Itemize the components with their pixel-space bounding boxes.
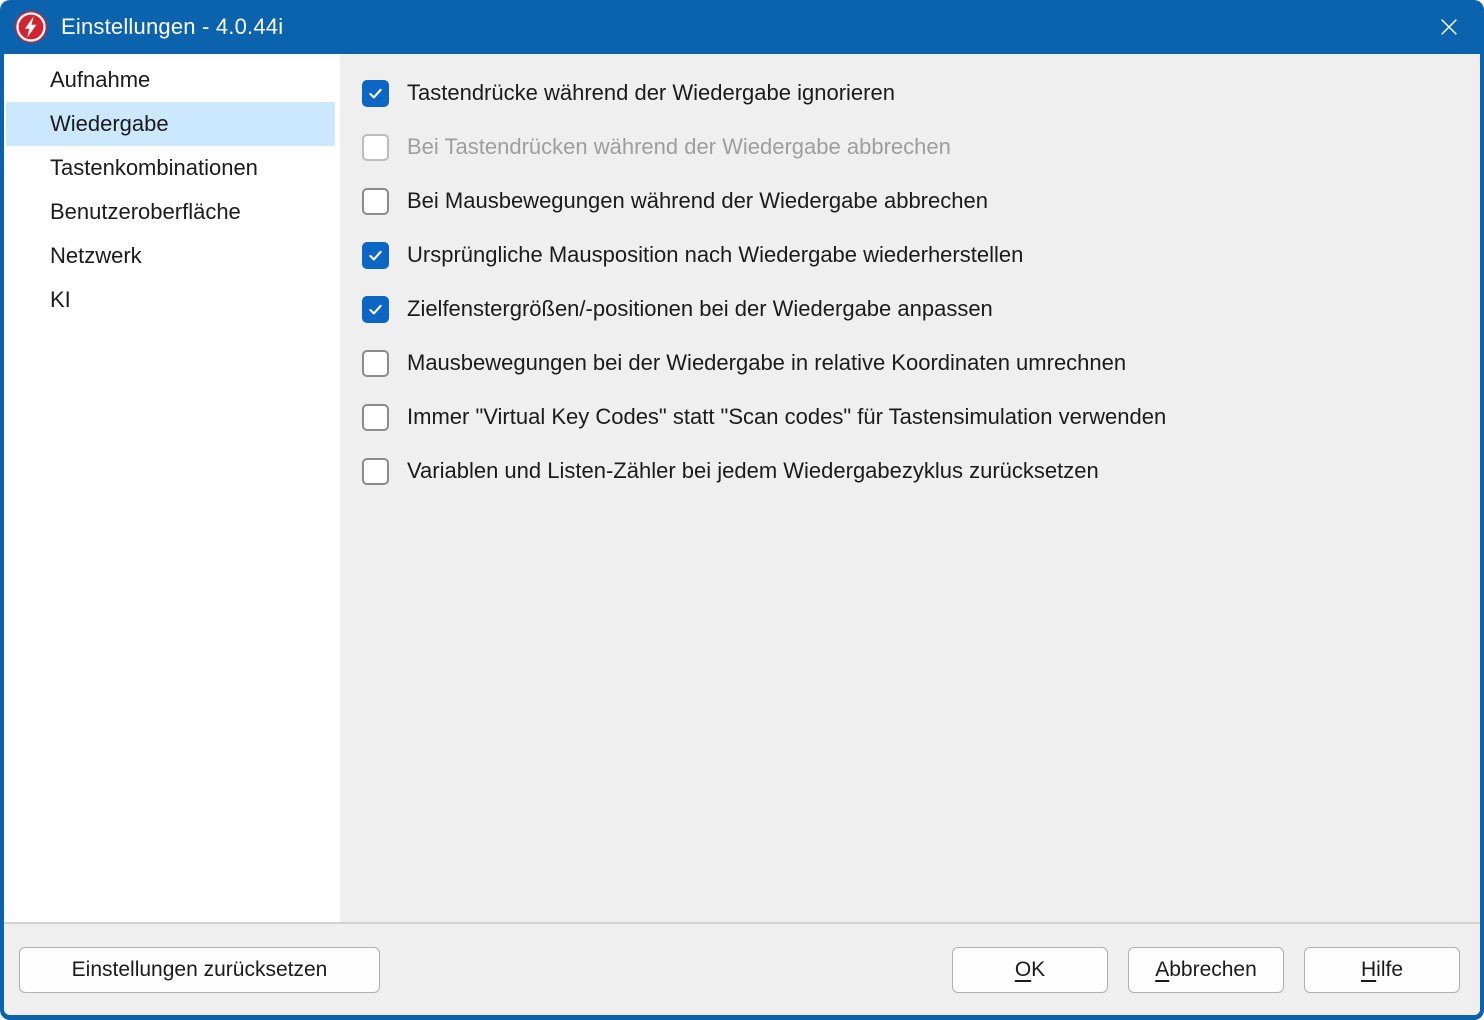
settings-window: Einstellungen - 4.0.44i Aufnahme Wiederg… — [0, 0, 1484, 1020]
checkbox-label[interactable]: Mausbewegungen bei der Wiedergabe in rel… — [407, 350, 1126, 376]
checkmark-icon — [367, 247, 384, 264]
checkbox[interactable] — [362, 350, 389, 377]
body: Aufnahme Wiedergabe Tastenkombinationen … — [4, 54, 1480, 922]
checkbox[interactable] — [362, 80, 389, 107]
checkbox-label[interactable]: Immer "Virtual Key Codes" statt "Scan co… — [407, 404, 1166, 430]
checkbox[interactable] — [362, 242, 389, 269]
checkmark-icon — [367, 85, 384, 102]
help-label-rest: ilfe — [1376, 958, 1403, 982]
checkbox[interactable] — [362, 134, 389, 161]
checkbox-row: Bei Mausbewegungen während der Wiedergab… — [362, 174, 1480, 228]
ok-label-rest: K — [1031, 958, 1045, 982]
sidebar-item-label: Benutzeroberfläche — [50, 199, 241, 225]
cancel-label-rest: bbrechen — [1169, 958, 1257, 982]
checkbox[interactable] — [362, 404, 389, 431]
checkmark-icon — [367, 301, 384, 318]
reset-settings-label: Einstellungen zurücksetzen — [72, 958, 328, 982]
sidebar-item-label: Wiedergabe — [50, 111, 169, 137]
checkbox-label[interactable]: Variablen und Listen-Zähler bei jedem Wi… — [407, 458, 1099, 484]
dialog-buttons: OK Abbrechen Hilfe — [952, 947, 1460, 993]
sidebar: Aufnahme Wiedergabe Tastenkombinationen … — [4, 54, 340, 922]
sidebar-item-netzwerk[interactable]: Netzwerk — [6, 234, 335, 278]
checkbox-row: Zielfenstergrößen/-positionen bei der Wi… — [362, 282, 1480, 336]
close-button[interactable] — [1418, 0, 1480, 54]
checkbox[interactable] — [362, 458, 389, 485]
checkbox-row: Immer "Virtual Key Codes" statt "Scan co… — [362, 390, 1480, 444]
checkbox-row: Variablen und Listen-Zähler bei jedem Wi… — [362, 444, 1480, 498]
cancel-button[interactable]: Abbrechen — [1128, 947, 1284, 993]
sidebar-item-label: Netzwerk — [50, 243, 142, 269]
app-lightning-icon — [14, 10, 48, 44]
window-content: Aufnahme Wiedergabe Tastenkombinationen … — [4, 54, 1480, 1015]
checkbox-row: Bei Tastendrücken während der Wiedergabe… — [362, 120, 1480, 174]
titlebar: Einstellungen - 4.0.44i — [4, 0, 1480, 54]
help-mnemonic: H — [1361, 958, 1376, 982]
checkbox-row: Ursprüngliche Mausposition nach Wiederga… — [362, 228, 1480, 282]
cancel-mnemonic: A — [1155, 958, 1169, 982]
sidebar-item-label: KI — [50, 287, 71, 313]
ok-button[interactable]: OK — [952, 947, 1108, 993]
checkbox-label[interactable]: Ursprüngliche Mausposition nach Wiederga… — [407, 242, 1023, 268]
reset-settings-button[interactable]: Einstellungen zurücksetzen — [19, 947, 380, 993]
help-button[interactable]: Hilfe — [1304, 947, 1460, 993]
sidebar-item-label: Tastenkombinationen — [50, 155, 258, 181]
sidebar-item-aufnahme[interactable]: Aufnahme — [6, 58, 335, 102]
footer-bar: Einstellungen zurücksetzen OK Abbrechen … — [4, 922, 1480, 1015]
checkbox[interactable] — [362, 296, 389, 323]
sidebar-item-wiedergabe[interactable]: Wiedergabe — [6, 102, 335, 146]
window-title: Einstellungen - 4.0.44i — [61, 14, 283, 40]
sidebar-item-benutzeroberflaeche[interactable]: Benutzeroberfläche — [6, 190, 335, 234]
wiedergabe-settings-panel: Tastendrücke während der Wiedergabe igno… — [340, 54, 1480, 922]
checkbox-row: Tastendrücke während der Wiedergabe igno… — [362, 66, 1480, 120]
checkbox[interactable] — [362, 188, 389, 215]
checkbox-label[interactable]: Bei Mausbewegungen während der Wiedergab… — [407, 188, 988, 214]
sidebar-item-label: Aufnahme — [50, 67, 150, 93]
sidebar-item-ki[interactable]: KI — [6, 278, 335, 322]
checkbox-label[interactable]: Zielfenstergrößen/-positionen bei der Wi… — [407, 296, 993, 322]
ok-mnemonic: O — [1015, 958, 1031, 982]
close-icon — [1436, 14, 1462, 40]
checkbox-label[interactable]: Tastendrücke während der Wiedergabe igno… — [407, 80, 895, 106]
sidebar-item-tastenkombinationen[interactable]: Tastenkombinationen — [6, 146, 335, 190]
checkbox-label: Bei Tastendrücken während der Wiedergabe… — [407, 134, 951, 160]
checkbox-row: Mausbewegungen bei der Wiedergabe in rel… — [362, 336, 1480, 390]
